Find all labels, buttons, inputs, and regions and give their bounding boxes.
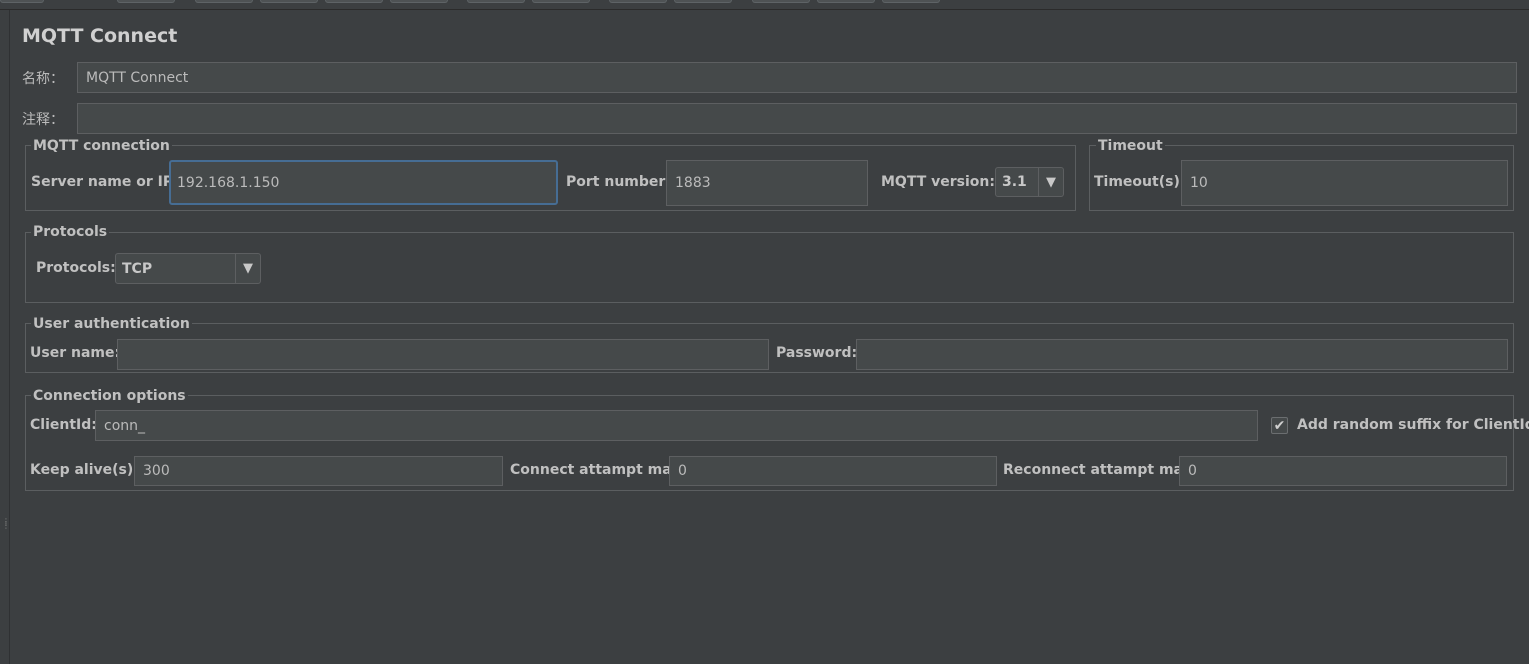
toolbar-button[interactable]	[752, 0, 810, 3]
toolbar-button[interactable]	[882, 0, 940, 3]
timeout-legend: Timeout	[1096, 138, 1165, 154]
username-input[interactable]	[117, 339, 769, 370]
toolbar-button[interactable]	[195, 0, 253, 3]
protocols-legend: Protocols	[31, 224, 110, 240]
checkmark-icon: ✔	[1273, 417, 1286, 434]
toolbar-button[interactable]	[674, 0, 732, 3]
toolbar-button[interactable]	[390, 0, 448, 3]
clientid-input[interactable]: conn_	[95, 410, 1258, 441]
toolbar-button[interactable]	[467, 0, 525, 3]
chevron-down-icon[interactable]: ▼	[1038, 168, 1063, 196]
mqtt-version-select[interactable]: 3.1 ▼	[995, 167, 1064, 197]
splitter-grip-icon[interactable]: ⋮ ⋮	[2, 518, 10, 536]
toolbar-button[interactable]	[260, 0, 318, 3]
toolbar-button[interactable]	[817, 0, 875, 3]
port-label: Port number:	[566, 174, 671, 190]
password-label: Password:	[776, 345, 858, 361]
comment-label: 注释：	[22, 112, 64, 128]
random-suffix-checkbox[interactable]: ✔	[1271, 417, 1288, 434]
password-input[interactable]	[856, 339, 1508, 370]
random-suffix-label[interactable]: Add random suffix for ClientId	[1297, 417, 1529, 433]
connect-max-input[interactable]: 0	[669, 456, 997, 486]
toolbar	[0, 0, 1529, 10]
protocols-value: TCP	[122, 260, 153, 277]
port-input[interactable]: 1883	[666, 160, 868, 206]
toolbar-button[interactable]	[532, 0, 590, 3]
mqtt-version-label: MQTT version:	[881, 174, 995, 190]
toolbar-button[interactable]	[609, 0, 667, 3]
timeout-label: Timeout(s):	[1094, 174, 1186, 190]
reconnect-max-label: Reconnect attampt max:	[1003, 462, 1198, 478]
server-label: Server name or IP:	[31, 174, 179, 190]
protocols-select[interactable]: TCP ▼	[115, 253, 261, 284]
reconnect-max-input[interactable]: 0	[1179, 456, 1507, 486]
toolbar-button[interactable]	[0, 0, 44, 3]
clientid-label: ClientId:	[30, 417, 97, 433]
username-label: User name:	[30, 345, 121, 361]
timeout-input[interactable]: 10	[1181, 160, 1508, 206]
name-input[interactable]: MQTT Connect	[77, 62, 1517, 93]
name-label: 名称：	[22, 71, 64, 87]
connect-max-label: Connect attampt max:	[510, 462, 687, 478]
toolbar-button[interactable]	[325, 0, 383, 3]
mqtt-connection-legend: MQTT connection	[31, 138, 172, 154]
left-splitter[interactable]	[0, 10, 10, 664]
keepalive-label: Keep alive(s):	[30, 462, 139, 478]
comment-input[interactable]	[77, 103, 1517, 134]
keepalive-input[interactable]: 300	[134, 456, 503, 486]
protocols-label: Protocols:	[36, 260, 116, 276]
user-auth-legend: User authentication	[31, 316, 192, 332]
server-input[interactable]: 192.168.1.150	[169, 160, 558, 205]
mqtt-version-value: 3.1	[1002, 174, 1027, 190]
page-title: MQTT Connect	[22, 25, 178, 47]
chevron-down-icon[interactable]: ▼	[235, 254, 260, 283]
connection-options-legend: Connection options	[31, 388, 188, 404]
toolbar-button[interactable]	[117, 0, 175, 3]
